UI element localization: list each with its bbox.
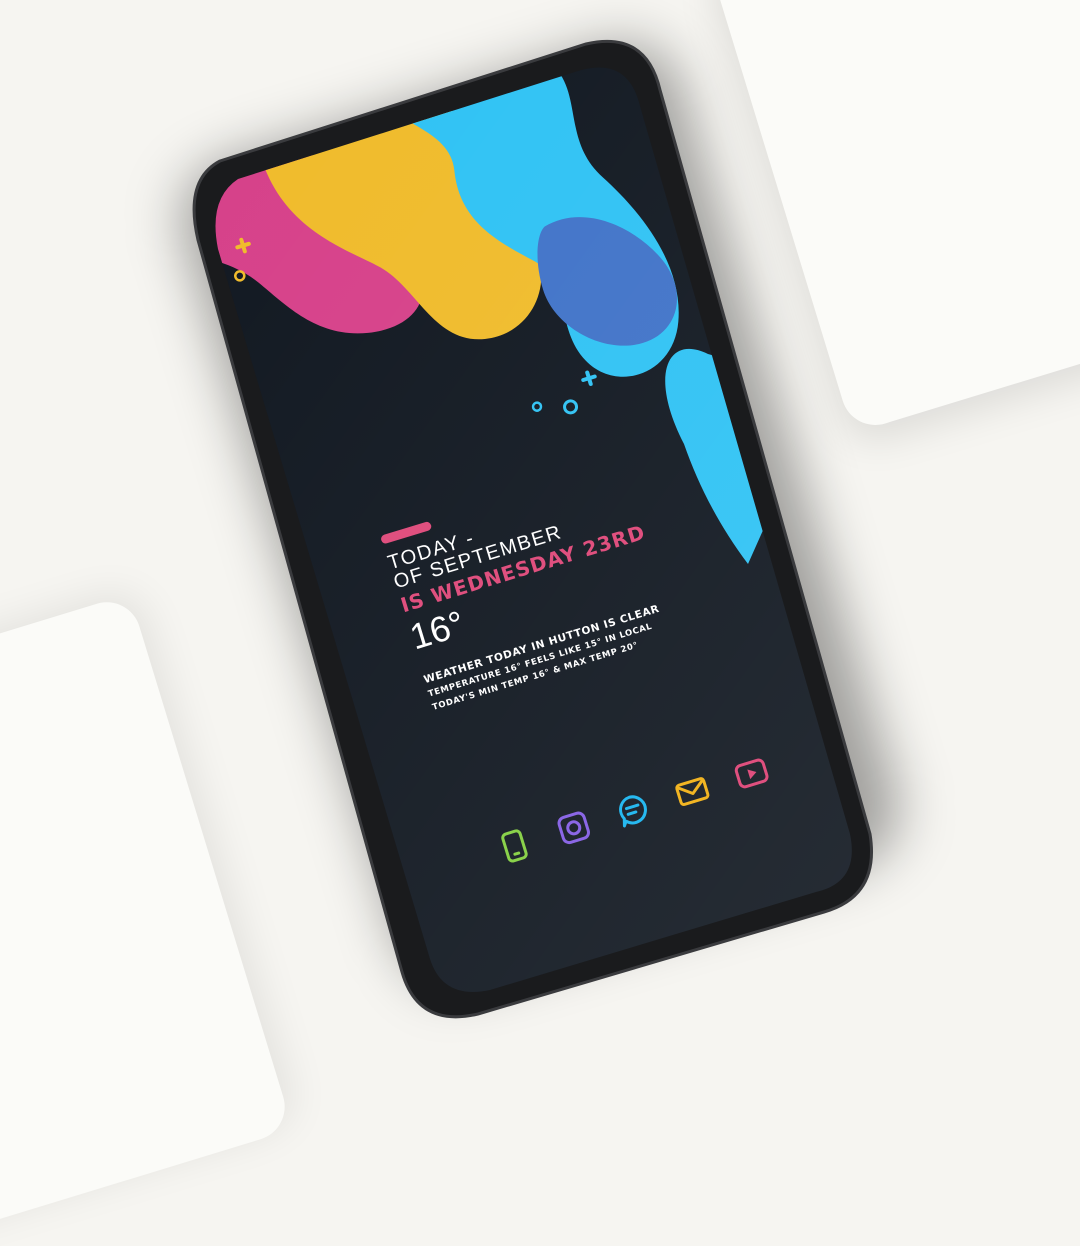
phone-mockup: TODAY - OF SEPTEMBER IS WEDNESDAY 23RD 1…: [165, 26, 915, 1019]
